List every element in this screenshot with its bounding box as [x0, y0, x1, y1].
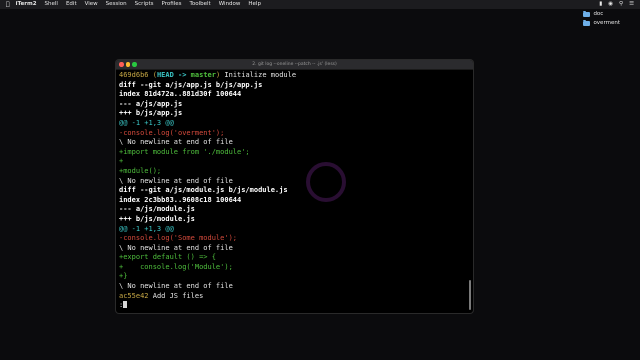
terminal-line: +module(); — [119, 166, 162, 175]
terminal-line: \ No newline at end of file — [119, 282, 233, 291]
terminal-line: +++ b/js/app.js — [119, 109, 183, 118]
wifi-icon[interactable]: ◉ — [608, 0, 613, 9]
menu-bar:  iTerm2 Shell Edit View Session Scripts… — [0, 0, 640, 9]
folder-icon — [583, 10, 591, 17]
terminal-line: --- a/js/module.js — [119, 205, 195, 214]
terminal-line: +} — [119, 272, 128, 281]
desktop-item-label: doc — [593, 11, 604, 17]
less-prompt[interactable]: : — [119, 301, 473, 311]
menu-item-window[interactable]: Window — [219, 0, 241, 9]
window-title: 2. git log --oneline --patch -- .js' (le… — [252, 62, 337, 67]
menu-item-view[interactable]: View — [85, 0, 98, 9]
terminal-line: + — [119, 157, 124, 166]
status-area: ▮ ◉ ⚲ ☰ — [599, 0, 634, 9]
menu-item-scripts[interactable]: Scripts — [135, 0, 154, 9]
apple-icon[interactable]:  — [6, 0, 10, 9]
search-icon[interactable]: ⚲ — [619, 0, 623, 9]
terminal-line: diff --git a/js/module.js b/js/module.js — [119, 186, 288, 195]
menu-item-help[interactable]: Help — [248, 0, 261, 9]
terminal-line: + console.log('Module'); — [119, 262, 233, 271]
terminal-line: \ No newline at end of file — [119, 138, 233, 147]
terminal-output[interactable]: 469d6b6 (HEAD -> master) Initialize modu… — [116, 70, 473, 311]
terminal-line: index 2c3bb83..9608c18 100644 — [119, 195, 242, 204]
terminal-line: -console.log('Some module'); — [119, 234, 238, 243]
terminal-line: +import module from './module'; — [119, 147, 250, 156]
terminal-line: --- a/js/app.js — [119, 99, 183, 108]
menu-item-profiles[interactable]: Profiles — [162, 0, 182, 9]
battery-icon[interactable]: ▮ — [599, 0, 602, 9]
terminal-line: \ No newline at end of file — [119, 243, 233, 252]
menu-item-edit[interactable]: Edit — [66, 0, 77, 9]
terminal-line: @@ -1 +1,3 @@ — [119, 118, 174, 127]
terminal-line: @@ -1 +1,3 @@ — [119, 224, 174, 233]
terminal-line: ac55e42 Add JS files — [119, 291, 204, 300]
desktop-item-overment[interactable]: overment — [583, 19, 620, 27]
terminal-line: 469d6b6 (HEAD -> master) Initialize modu… — [119, 71, 297, 79]
terminal-line: \ No newline at end of file — [119, 176, 233, 185]
window-titlebar[interactable]: 2. git log --oneline --patch -- .js' (le… — [116, 60, 473, 70]
background-logo — [306, 162, 346, 202]
terminal-line: +export default () => { — [119, 253, 216, 262]
desktop-item-doc[interactable]: doc — [583, 10, 620, 18]
control-center-icon[interactable]: ☰ — [629, 0, 634, 9]
menu-item-toolbelt[interactable]: Toolbelt — [189, 0, 210, 9]
terminal-window[interactable]: 2. git log --oneline --patch -- .js' (le… — [116, 60, 473, 313]
scrollbar[interactable] — [469, 280, 471, 310]
terminal-line: +++ b/js/module.js — [119, 214, 195, 223]
terminal-line: index 81d472a..881d30f 100644 — [119, 90, 242, 99]
cursor — [123, 301, 128, 309]
menu-item-app[interactable]: iTerm2 — [16, 0, 37, 9]
menu-item-session[interactable]: Session — [106, 0, 127, 9]
menu-item-shell[interactable]: Shell — [45, 0, 58, 9]
desktop-icons: doc overment — [583, 10, 620, 28]
terminal-line: -console.log('overment'); — [119, 128, 225, 137]
desktop-item-label: overment — [593, 20, 620, 26]
folder-icon — [583, 19, 591, 26]
terminal-line: diff --git a/js/app.js b/js/app.js — [119, 80, 263, 89]
